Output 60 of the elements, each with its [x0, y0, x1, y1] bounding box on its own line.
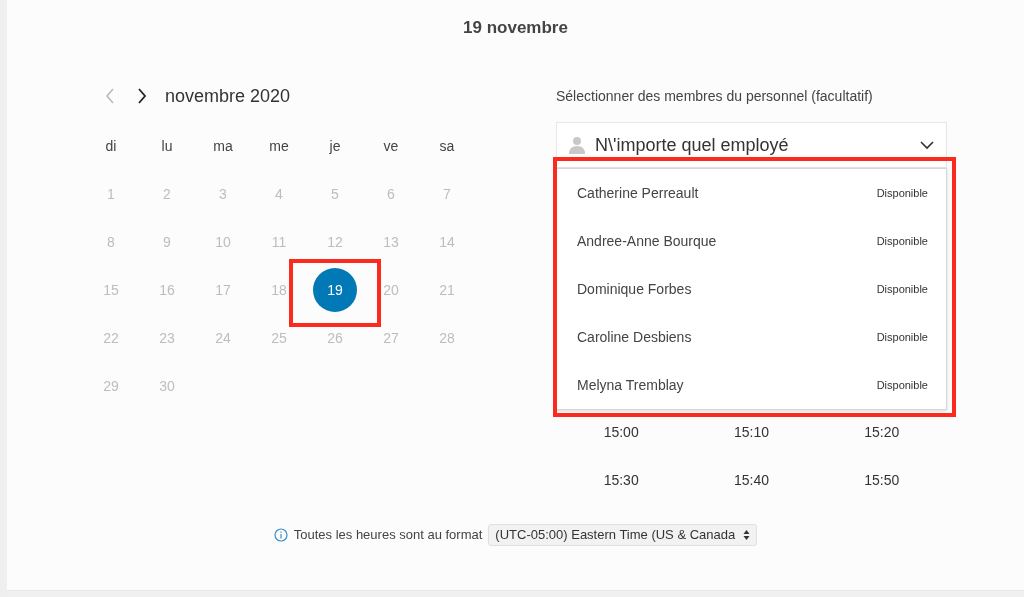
day-button[interactable]: 1 [107, 183, 115, 205]
day-button[interactable]: 26 [327, 327, 343, 349]
day-button[interactable]: 12 [327, 231, 343, 253]
day-button[interactable]: 14 [439, 231, 455, 253]
staff-option[interactable]: Catherine Perreault Disponible [557, 169, 946, 217]
day-button[interactable]: 2 [163, 183, 171, 205]
weekday-label: sa [439, 137, 455, 156]
staff-dropdown[interactable]: N\'importe quel employé [556, 122, 947, 168]
staff-option[interactable]: Melyna Tremblay Disponible [557, 361, 946, 409]
day-button[interactable]: 6 [387, 183, 395, 205]
day-button[interactable]: 30 [159, 375, 175, 397]
sort-arrows-icon [743, 529, 751, 541]
staff-label: Sélectionner des membres du personnel (facultatif) [556, 87, 873, 106]
time-slot[interactable]: 15:00 [603, 421, 639, 443]
day-button[interactable]: 24 [215, 327, 231, 349]
day-button[interactable]: 25 [271, 327, 287, 349]
day-button[interactable]: 5 [331, 183, 339, 205]
day-button[interactable]: 22 [103, 327, 119, 349]
timezone-label: Toutes les heures sont au format [293, 526, 483, 545]
weekday-label: je [329, 137, 341, 156]
day-button[interactable]: 29 [103, 375, 119, 397]
person-icon [569, 136, 585, 154]
day-button[interactable]: 27 [383, 327, 399, 349]
day-button[interactable]: 18 [271, 279, 287, 301]
day-button[interactable]: 11 [271, 231, 287, 253]
day-button[interactable]: 15 [103, 279, 119, 301]
staff-option[interactable]: Dominique Forbes Disponible [557, 265, 946, 313]
day-button[interactable]: 3 [219, 183, 227, 205]
selected-day-button[interactable]: 19 [313, 268, 357, 312]
time-slot[interactable]: 15:50 [864, 469, 900, 491]
day-button[interactable]: 10 [215, 231, 231, 253]
chevron-right-icon [137, 88, 147, 104]
month-title: novembre 2020 [165, 84, 291, 108]
day-button[interactable]: 17 [215, 279, 231, 301]
staff-option[interactable]: Andree-Anne Bourque Disponible [557, 217, 946, 265]
day-button[interactable]: 9 [163, 231, 171, 253]
weekday-label: lu [161, 137, 173, 156]
time-slot[interactable]: 15:20 [864, 421, 900, 443]
time-slot[interactable]: 15:40 [733, 469, 769, 491]
chevron-icon [920, 140, 934, 150]
page-title: 19 novembre [463, 17, 568, 40]
day-button[interactable]: 8 [107, 231, 115, 253]
weekday-label: di [105, 137, 117, 156]
day-button[interactable]: 16 [159, 279, 175, 301]
info-icon [273, 528, 288, 542]
chevron-left-icon [105, 88, 115, 104]
day-button[interactable]: 7 [443, 183, 451, 205]
day-button[interactable]: 4 [275, 183, 283, 205]
weekday-label: me [269, 137, 289, 156]
time-slot[interactable]: 15:10 [733, 421, 769, 443]
day-button[interactable]: 13 [383, 231, 399, 253]
day-button[interactable]: 21 [439, 279, 455, 301]
staff-option[interactable]: Caroline Desbiens Disponible [557, 313, 946, 361]
time-slot[interactable]: 15:30 [603, 469, 639, 491]
weekday-label: ma [213, 137, 233, 156]
timezone-select[interactable]: (UTC-05:00) Eastern Time (US & Canada [488, 524, 758, 546]
day-button[interactable]: 20 [383, 279, 399, 301]
day-button[interactable]: 28 [439, 327, 455, 349]
weekday-label: ve [383, 137, 399, 156]
day-button[interactable]: 23 [159, 327, 175, 349]
